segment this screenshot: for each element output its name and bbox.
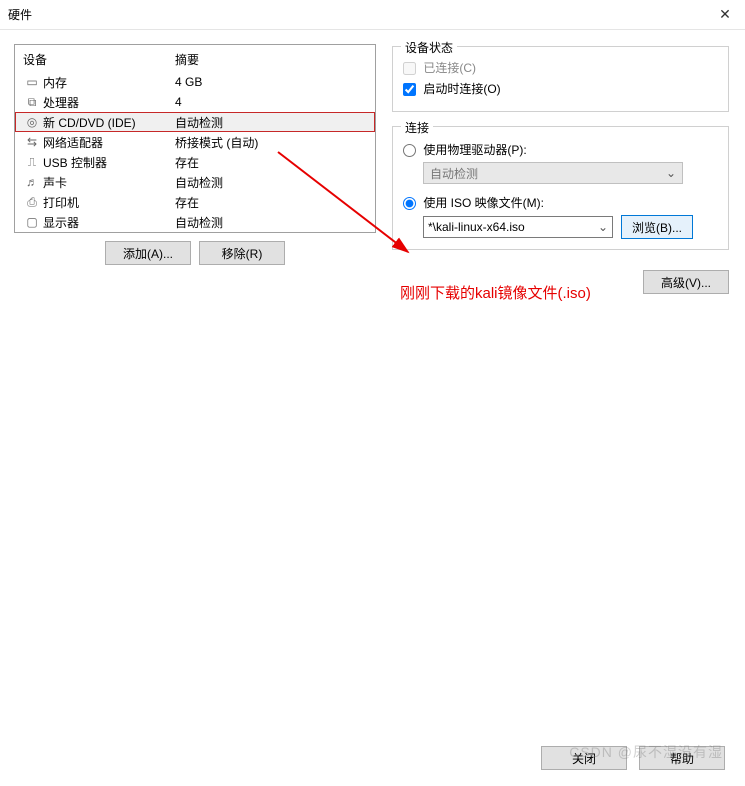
device-row-2[interactable]: ◎新 CD/DVD (IDE)自动检测 [15, 112, 375, 132]
iso-path-combo[interactable]: *\kali-linux-x64.iso ⌄ [423, 216, 613, 238]
printer-icon: ⎙ [23, 195, 41, 210]
col-summary: 摘要 [175, 51, 199, 68]
device-name: 显示器 [41, 214, 175, 231]
display-icon: ▢ [23, 215, 41, 229]
device-summary: 4 [175, 95, 182, 109]
use-physical-radio[interactable] [403, 144, 416, 157]
device-summary: 存在 [175, 154, 199, 171]
browse-button[interactable]: 浏览(B)... [621, 215, 693, 239]
device-header: 设备 摘要 [15, 45, 375, 72]
physical-drive-value: 自动检测 [430, 165, 478, 182]
connected-label: 已连接(C) [423, 61, 476, 75]
device-summary: 自动检测 [175, 174, 223, 191]
connect-on-start-label: 启动时连接(O) [423, 82, 500, 96]
col-device: 设备 [23, 51, 175, 68]
chevron-down-icon: ⌄ [666, 166, 676, 180]
device-status-group: 设备状态 已连接(C) 启动时连接(O) [392, 46, 729, 112]
device-summary: 4 GB [175, 75, 202, 89]
chevron-down-icon[interactable]: ⌄ [598, 220, 608, 234]
cpu-icon: ⧉ [23, 95, 41, 110]
device-summary: 自动检测 [175, 214, 223, 231]
device-row-3[interactable]: ⇆网络适配器桥接模式 (自动) [15, 132, 375, 152]
connected-checkbox [403, 62, 416, 75]
device-name: 声卡 [41, 174, 175, 191]
device-row-0[interactable]: ▭内存4 GB [15, 72, 375, 92]
use-physical-label: 使用物理驱动器(P): [423, 143, 526, 157]
dialog-content: 设备 摘要 ▭内存4 GB⧉处理器4◎新 CD/DVD (IDE)自动检测⇆网络… [0, 30, 745, 786]
device-summary: 桥接模式 (自动) [175, 134, 258, 151]
device-name: 打印机 [41, 194, 175, 211]
device-summary: 自动检测 [175, 114, 223, 131]
network-icon: ⇆ [23, 135, 41, 149]
advanced-button[interactable]: 高级(V)... [643, 270, 729, 294]
iso-path-value: *\kali-linux-x64.iso [428, 220, 525, 234]
remove-button[interactable]: 移除(R) [199, 241, 285, 265]
right-pane: 设备状态 已连接(C) 启动时连接(O) 连接 使用物理驱动器(P): [390, 44, 731, 704]
device-name: 处理器 [41, 94, 175, 111]
disc-icon: ◎ [23, 115, 41, 129]
group-title-status: 设备状态 [401, 39, 457, 56]
connect-on-start-checkbox[interactable] [403, 83, 416, 96]
device-row-5[interactable]: ♬声卡自动检测 [15, 172, 375, 192]
device-list[interactable]: ▭内存4 GB⧉处理器4◎新 CD/DVD (IDE)自动检测⇆网络适配器桥接模… [15, 72, 375, 232]
device-name: 新 CD/DVD (IDE) [41, 114, 175, 131]
sound-icon: ♬ [23, 175, 41, 189]
usb-icon: ⎍ [23, 155, 41, 170]
device-name: 内存 [41, 74, 175, 91]
device-summary: 存在 [175, 194, 199, 211]
use-iso-label: 使用 ISO 映像文件(M): [423, 196, 544, 210]
physical-drive-combo: 自动检测 ⌄ [423, 162, 683, 184]
device-row-1[interactable]: ⧉处理器4 [15, 92, 375, 112]
titlebar: 硬件 ✕ [0, 0, 745, 30]
device-name: USB 控制器 [41, 154, 175, 171]
device-panel: 设备 摘要 ▭内存4 GB⧉处理器4◎新 CD/DVD (IDE)自动检测⇆网络… [14, 44, 376, 233]
connection-group: 连接 使用物理驱动器(P): 自动检测 ⌄ 使用 ISO 映像文件(M): [392, 126, 729, 250]
memory-icon: ▭ [23, 75, 41, 89]
close-icon[interactable]: ✕ [705, 0, 745, 30]
device-row-6[interactable]: ⎙打印机存在 [15, 192, 375, 212]
watermark: CSDN @尿不湿没有湿 [569, 742, 723, 762]
window-title: 硬件 [8, 6, 32, 23]
device-row-7[interactable]: ▢显示器自动检测 [15, 212, 375, 232]
add-button[interactable]: 添加(A)... [105, 241, 191, 265]
annotation-text: 刚刚下载的kali镜像文件(.iso) [400, 282, 591, 303]
group-title-connection: 连接 [401, 119, 433, 136]
use-iso-radio[interactable] [403, 197, 416, 210]
device-name: 网络适配器 [41, 134, 175, 151]
device-row-4[interactable]: ⎍USB 控制器存在 [15, 152, 375, 172]
